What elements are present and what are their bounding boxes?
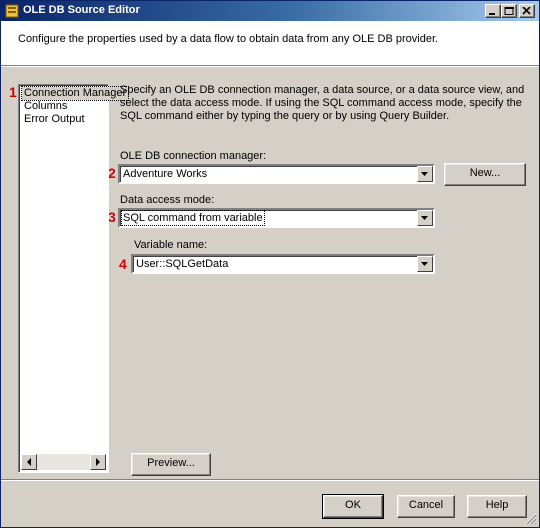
- variable-name-value: User::SQLGetData: [136, 258, 229, 270]
- connection-manager-dropdown-button[interactable]: [417, 166, 433, 182]
- preview-button[interactable]: Preview...: [131, 453, 211, 476]
- variable-name-combo[interactable]: User::SQLGetData: [131, 254, 435, 274]
- maximize-button[interactable]: [501, 4, 517, 18]
- cancel-button[interactable]: Cancel: [397, 495, 455, 518]
- access-mode-combo[interactable]: SQL command from variable: [118, 208, 435, 228]
- connection-manager-value: Adventure Works: [123, 168, 208, 180]
- minimize-button[interactable]: [485, 4, 501, 18]
- app-icon: [5, 4, 19, 18]
- variable-name-label: Variable name:: [134, 239, 208, 251]
- horizontal-scrollbar[interactable]: [21, 454, 106, 470]
- marker-3: 3: [108, 209, 116, 225]
- resize-grip-icon[interactable]: [525, 513, 537, 525]
- scroll-left-icon: [27, 458, 31, 466]
- nav-item-columns[interactable]: Columns: [22, 100, 69, 113]
- header-divider: [1, 65, 539, 67]
- close-icon: [522, 7, 531, 15]
- marker-1: 1: [9, 84, 17, 100]
- page-description: Specify an OLE DB connection manager, a …: [120, 84, 525, 122]
- access-mode-value: SQL command from variable: [121, 210, 265, 226]
- scroll-left-button[interactable]: [21, 454, 37, 470]
- title-bar: OLE DB Source Editor: [1, 1, 539, 21]
- window-title: OLE DB Source Editor: [23, 4, 140, 16]
- footer-divider: [1, 479, 539, 481]
- minimize-icon: [489, 13, 495, 15]
- access-mode-dropdown-button[interactable]: [417, 210, 433, 226]
- marker-2: 2: [108, 165, 116, 181]
- scroll-right-icon: [96, 458, 100, 466]
- new-connection-button[interactable]: New...: [444, 163, 526, 186]
- variable-name-dropdown-button[interactable]: [417, 256, 433, 272]
- help-button[interactable]: Help: [467, 495, 527, 518]
- page-navigation-list: Connection Manager Columns Error Output: [18, 84, 130, 473]
- maximize-icon: [504, 7, 514, 15]
- nav-item-error-output[interactable]: Error Output: [22, 113, 87, 126]
- ole-db-source-editor-window: OLE DB Source Editor Configure the prope…: [0, 0, 540, 528]
- scroll-right-button[interactable]: [90, 454, 106, 470]
- ok-button[interactable]: OK: [322, 494, 384, 519]
- access-mode-label: Data access mode:: [120, 194, 215, 206]
- close-button[interactable]: [519, 4, 535, 18]
- connection-manager-combo[interactable]: Adventure Works: [118, 164, 435, 184]
- chevron-down-icon: [421, 216, 428, 220]
- connection-manager-label: OLE DB connection manager:: [120, 150, 267, 162]
- header-description: Configure the properties used by a data …: [18, 33, 439, 45]
- nav-item-connection-manager[interactable]: Connection Manager: [20, 86, 130, 101]
- header-panel: Configure the properties used by a data …: [1, 21, 539, 65]
- chevron-down-icon: [421, 172, 428, 176]
- marker-4: 4: [119, 256, 127, 272]
- chevron-down-icon: [421, 262, 428, 266]
